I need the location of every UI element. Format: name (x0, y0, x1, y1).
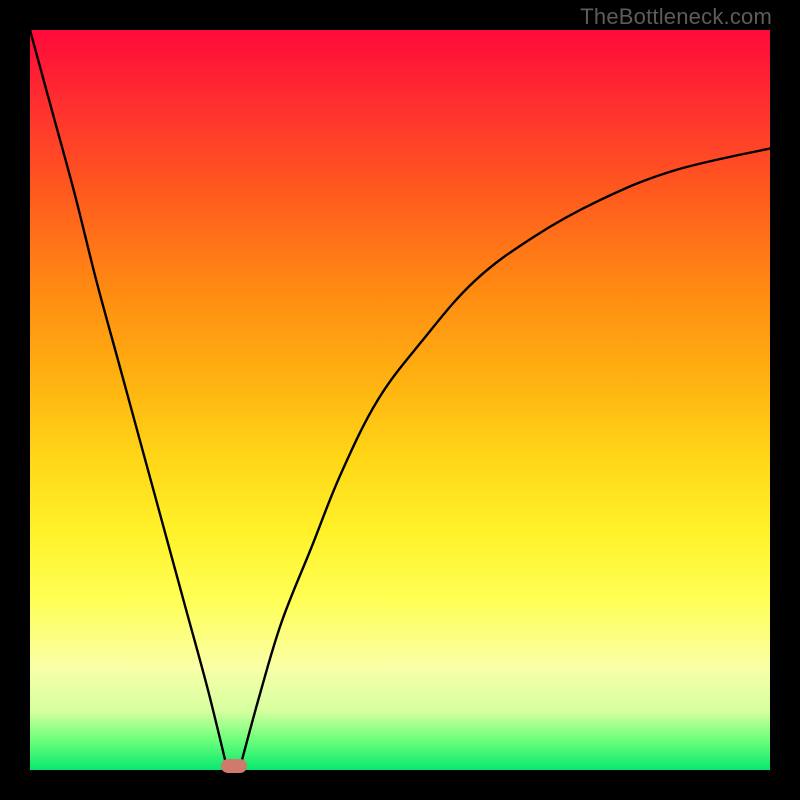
minimum-marker (221, 759, 247, 773)
curve-left-branch (30, 30, 226, 764)
watermark-text: TheBottleneck.com (580, 4, 772, 30)
chart-frame: TheBottleneck.com (0, 0, 800, 800)
curve-right-branch (241, 148, 770, 764)
chart-curve (30, 30, 770, 770)
